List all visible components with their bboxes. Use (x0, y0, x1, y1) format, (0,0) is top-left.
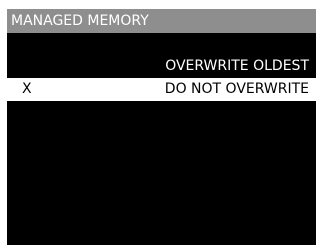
option-overwrite-oldest[interactable]: OVERWRITE OLDEST (7, 55, 316, 78)
option-list: OVERWRITE OLDEST X DO NOT OVERWRITE (7, 55, 316, 101)
option-label: DO NOT OVERWRITE (164, 81, 309, 97)
selected-marker: X (22, 81, 32, 97)
option-do-not-overwrite[interactable]: X DO NOT OVERWRITE (7, 78, 316, 101)
screen-title: MANAGED MEMORY (7, 9, 316, 33)
device-screen: MANAGED MEMORY OVERWRITE OLDEST X DO NOT… (7, 9, 316, 245)
option-label: OVERWRITE OLDEST (165, 58, 309, 74)
